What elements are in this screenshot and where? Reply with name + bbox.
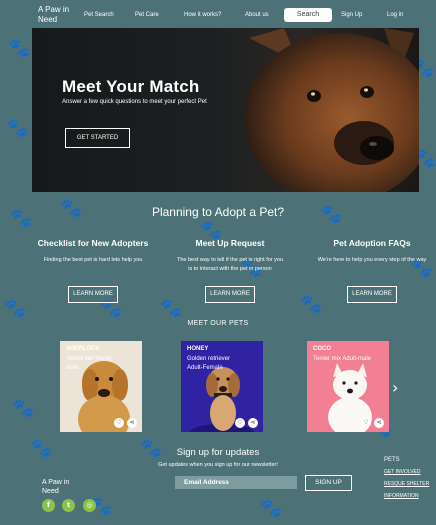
sign-up-button[interactable]: SIGN UP: [305, 475, 352, 491]
email-field[interactable]: [175, 476, 297, 489]
footer-links: PETS GET INVOLVED RESQUE SHELTER INFORMA…: [384, 457, 429, 499]
column-text: Finding the best pet is hard lets help y…: [43, 257, 143, 263]
nav-about-us[interactable]: About us: [245, 11, 269, 19]
information-link[interactable]: INFORMATION: [384, 493, 429, 499]
column-text: The best way to tell if the pet is right…: [176, 257, 284, 272]
top-nav-bar: A Paw in Need Pet Search Pet Care How it…: [0, 0, 436, 28]
heart-icon[interactable]: ♡: [361, 418, 371, 428]
chevron-right-icon[interactable]: ›: [392, 378, 398, 397]
signup-text: Get updates when you sign up for our new…: [158, 462, 278, 468]
checklist-column: Checklist for New Adopters Finding the b…: [28, 238, 158, 303]
pet-description: Golden retriever Adult-Female: [187, 356, 231, 371]
learn-more-button[interactable]: LEARN MORE: [205, 286, 255, 303]
share-icon[interactable]: ⋖: [127, 418, 137, 428]
share-icon[interactable]: ⋖: [374, 418, 384, 428]
pet-name: COCO: [313, 346, 331, 352]
meet-up-column: Meet Up Request The best way to tell if …: [165, 238, 295, 303]
instagram-icon[interactable]: ◎: [83, 499, 96, 512]
faq-column: Pet Adoption FAQs We're here to help you…: [307, 238, 436, 303]
search-button[interactable]: Search: [284, 8, 332, 22]
column-title: Meet Up Request: [195, 238, 265, 248]
pet-description: Terrier mix Adult-male: [313, 356, 372, 362]
heart-icon[interactable]: ♡: [114, 418, 124, 428]
facebook-icon[interactable]: f: [42, 499, 55, 512]
heart-icon[interactable]: ♡: [235, 418, 245, 428]
pet-card-sherlock[interactable]: SHERLOCK Yellow lab Young-male ♡ ⋖: [60, 341, 142, 432]
footer-logo[interactable]: A Paw in Need: [42, 478, 82, 496]
column-title: Pet Adoption FAQs: [333, 238, 411, 248]
pet-description: Yellow lab Young-male: [66, 356, 114, 371]
nav-pet-search[interactable]: Pet Search: [84, 11, 114, 19]
twitter-icon[interactable]: t: [62, 499, 75, 512]
footer-links-heading: PETS: [384, 457, 400, 463]
column-text: We're here to help you every step of the…: [317, 257, 427, 263]
column-title: Checklist for New Adopters: [37, 238, 149, 248]
meet-our-pets-title: MEET OUR PETS: [187, 320, 249, 327]
log-in-link[interactable]: Log in: [387, 11, 403, 19]
learn-more-button[interactable]: LEARN MORE: [347, 286, 397, 303]
pet-card-honey[interactable]: HONEY Golden retriever Adult-Female ♡ ⋖: [181, 341, 263, 432]
hero-title: Meet Your Match: [62, 77, 200, 96]
get-involved-link[interactable]: GET INVOLVED: [384, 469, 429, 475]
signup-title: Sign up for updates: [176, 447, 260, 458]
hero-dog-image: [244, 28, 419, 192]
get-started-button[interactable]: GET STARTED: [65, 128, 130, 148]
planning-title: Planning to Adopt a Pet?: [151, 205, 285, 219]
pet-name: HONEY: [187, 346, 209, 352]
share-icon[interactable]: ⋖: [248, 418, 258, 428]
pet-card-coco[interactable]: COCO Terrier mix Adult-male ♡ ⋖: [307, 341, 389, 432]
nav-pet-care[interactable]: Pet Care: [135, 11, 159, 19]
rescue-shelter-link[interactable]: RESQUE SHELTER: [384, 481, 429, 487]
pet-name: SHERLOCK: [66, 346, 100, 352]
nav-how-it-works[interactable]: How it works?: [184, 11, 221, 19]
learn-more-button[interactable]: LEARN MORE: [68, 286, 118, 303]
site-logo[interactable]: A Paw in Need: [38, 5, 78, 25]
sign-up-link[interactable]: Sign Up: [341, 11, 362, 19]
hero-subtitle: Answer a few quick questions to meet you…: [62, 99, 207, 105]
hero-banner: Meet Your Match Answer a few quick quest…: [32, 28, 419, 192]
